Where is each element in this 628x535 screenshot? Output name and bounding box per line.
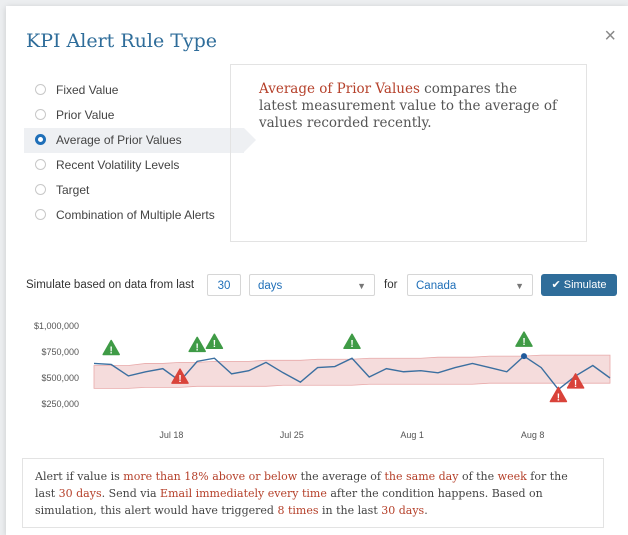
svg-text:!: ! [213,339,216,350]
summary-text: the average of [297,470,385,483]
country-value: Canada [416,280,457,292]
summary-highlight: 8 times [277,504,319,517]
alert-above-icon[interactable]: ! [205,333,224,350]
radio-icon[interactable] [35,109,46,120]
summary-text: in the last [318,504,382,517]
country-select[interactable]: Canada ▼ [407,274,533,296]
svg-text:!: ! [574,379,577,390]
rule-type-list: Fixed Value Prior Value Average of Prior V… [24,78,256,228]
for-label: for [384,279,398,291]
data-point [521,353,527,360]
y-tick-label: $500,000 [41,373,79,383]
alert-above-icon[interactable]: ! [188,336,206,353]
svg-text:!: ! [196,342,199,353]
summary-text: of the [458,470,498,483]
description-highlight: Average of Prior Values [259,81,420,97]
summary-highlight: 30 days [58,487,102,500]
alert-above-icon[interactable]: ! [515,331,533,348]
radio-selected-icon[interactable] [35,134,46,145]
days-input[interactable]: 30 [207,274,241,296]
summary-text: Alert if value is [35,470,124,483]
radio-icon[interactable] [35,84,46,95]
summary-highlight: week [497,470,527,483]
y-tick-label: $250,000 [41,399,79,409]
x-tick-label: Aug 8 [521,430,545,440]
chevron-down-icon: ▼ [515,281,524,291]
rule-type-label: Prior Value [56,108,115,122]
check-icon: ✔ [551,279,561,291]
simulation-chart: $1,000,000 $750,000 $500,000 $250,000 Jul 18… [34,321,611,440]
rule-type-label: Recent Volatility Levels [56,158,180,172]
svg-text:!: ! [350,339,353,350]
alert-above-icon[interactable]: ! [102,339,120,356]
rule-type-label: Combination of Multiple Alerts [56,208,215,222]
kpi-alert-dialog: KPI Alert Rule Type × Fixed Value Prior V… [6,6,628,535]
alert-above-icon[interactable]: ! [343,333,361,350]
rule-type-option[interactable]: Fixed Value [24,78,244,103]
x-tick-label: Aug 1 [400,430,424,440]
period-unit-value: days [258,280,283,292]
rule-type-label: Target [56,183,90,197]
svg-text:!: ! [557,392,560,403]
simulate-label: Simulate based on data from last [26,279,195,291]
rule-description: Average of Prior Values compares the lat… [230,64,587,242]
x-tick-label: Jul 25 [280,430,304,440]
alert-summary: Alert if value is more than 18% above or… [22,458,604,528]
period-unit-select[interactable]: days ▼ [249,274,375,296]
close-icon[interactable]: × [604,26,616,46]
svg-text:!: ! [110,345,113,356]
simulate-button-label: Simulate [563,279,607,291]
svg-text:!: ! [522,337,525,348]
summary-highlight: Email immediately every time [160,487,327,500]
alert-below-icon[interactable]: ! [549,386,568,403]
rule-type-option[interactable]: Prior Value [24,103,244,128]
radio-icon[interactable] [35,159,46,170]
summary-highlight: 30 days [381,504,425,517]
rule-type-option[interactable]: Recent Volatility Levels [24,153,244,178]
rule-type-option[interactable]: Average of Prior Values [24,128,256,153]
summary-highlight: more than 18% above or below [123,470,298,483]
simulate-button[interactable]: ✔ Simulate [541,274,617,296]
rule-type-option[interactable]: Target [24,178,244,203]
y-tick-label: $750,000 [41,347,79,357]
radio-icon[interactable] [35,184,46,195]
rule-type-label: Average of Prior Values [56,133,182,147]
svg-text:!: ! [178,374,181,385]
chevron-down-icon: ▼ [357,281,366,291]
summary-text: . [424,504,428,517]
rule-type-label: Fixed Value [56,83,119,97]
summary-highlight: the same day [384,470,459,483]
dialog-title: KPI Alert Rule Type [26,30,218,52]
x-tick-label: Jul 18 [159,430,183,440]
radio-icon[interactable] [35,209,46,220]
summary-text: . Send via [101,487,161,500]
y-tick-label: $1,000,000 [34,321,79,331]
rule-type-option[interactable]: Combination of Multiple Alerts [24,203,244,228]
